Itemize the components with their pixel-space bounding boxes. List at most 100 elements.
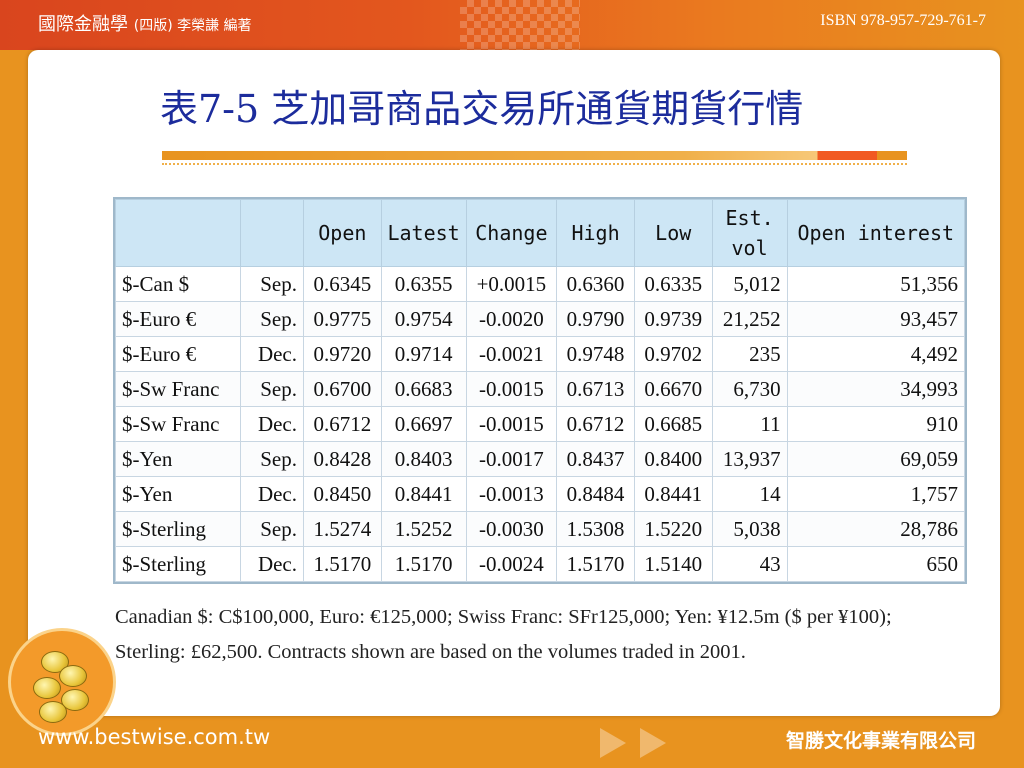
coin-icon (59, 665, 87, 687)
book-edition: (四版) 李榮謙 編著 (133, 18, 252, 34)
coin-icon (33, 677, 61, 699)
cell-open-interest: 34,993 (786, 371, 966, 407)
cell-open-interest: 910 (786, 406, 966, 442)
cell-month: Sep. (240, 266, 304, 302)
cell-symbol: $-Sw Franc (115, 406, 241, 442)
cell-month: Sep. (240, 511, 304, 547)
cell-month: Dec. (240, 476, 304, 512)
cell-low: 0.8441 (633, 476, 713, 512)
cell-high: 0.9748 (556, 336, 635, 372)
cell-symbol: $-Euro € (115, 301, 241, 337)
cell-latest: 0.9754 (380, 301, 467, 337)
cell-symbol: $-Sw Franc (115, 371, 241, 407)
col-header-change: Change (465, 199, 558, 267)
slide-title: 表7-5 芝加哥商品交易所通貨期貨行情 (160, 87, 804, 131)
cell-low: 0.6335 (633, 266, 713, 302)
cell-est-vol: 5,012 (711, 266, 788, 302)
arrow-icon (600, 728, 626, 758)
cell-change: -0.0024 (465, 546, 558, 582)
col-header-symbol (115, 199, 241, 267)
cell-open: 0.6345 (303, 266, 382, 302)
cell-symbol: $-Can $ (115, 266, 241, 302)
title-dotted-rule (162, 161, 907, 165)
cell-month: Sep. (240, 371, 304, 407)
cell-open-interest: 93,457 (786, 301, 966, 337)
col-header-open: Open (303, 199, 382, 267)
cell-est-vol: 43 (711, 546, 788, 582)
cell-est-vol: 14 (711, 476, 788, 512)
table-header-row: Open Latest Change High Low Est. vol Ope… (115, 199, 966, 267)
cell-open-interest: 1,757 (786, 476, 966, 512)
cell-change: -0.0020 (465, 301, 558, 337)
cell-high: 0.6712 (556, 406, 635, 442)
cell-open: 1.5170 (303, 546, 382, 582)
cell-open: 0.8450 (303, 476, 382, 512)
cell-est-vol: 6,730 (711, 371, 788, 407)
cell-est-vol: 13,937 (711, 441, 788, 477)
cell-open: 0.6712 (303, 406, 382, 442)
col-header-open-interest: Open interest (786, 199, 966, 267)
cell-latest: 1.5252 (380, 511, 467, 547)
title-underline (162, 151, 907, 160)
cell-symbol: $-Sterling (115, 546, 241, 582)
arrow-icon (640, 728, 666, 758)
cell-latest: 0.9714 (380, 336, 467, 372)
cell-open-interest: 51,356 (786, 266, 966, 302)
cell-latest: 0.8441 (380, 476, 467, 512)
cell-symbol: $-Yen (115, 441, 241, 477)
cell-change: -0.0030 (465, 511, 558, 547)
footer-url: www.bestwise.com.tw (38, 725, 271, 749)
col-header-high: High (556, 199, 635, 267)
cell-low: 0.6685 (633, 406, 713, 442)
cell-open: 0.9775 (303, 301, 382, 337)
table-row: $-Euro € Dec. 0.9720 0.9714 -0.0021 0.9748 0.9… (115, 336, 966, 372)
cell-change: -0.0021 (465, 336, 558, 372)
coin-icon (39, 701, 67, 723)
cell-month: Dec. (240, 406, 304, 442)
isbn-label: ISBN 978-957-729-761-7 (820, 12, 986, 29)
note-line-1: Canadian $: C$100,000, Euro: €125,000; S… (115, 606, 892, 628)
table-row: $-Sterling Dec. 1.5170 1.5170 -0.0024 1.5170 1… (115, 546, 966, 582)
cell-open-interest: 28,786 (786, 511, 966, 547)
cell-open: 0.6700 (303, 371, 382, 407)
table-row: $-Sterling Sep. 1.5274 1.5252 -0.0030 1.5308 1… (115, 511, 966, 547)
table-row: $-Sw Franc Sep. 0.6700 0.6683 -0.0015 0.6713 0… (115, 371, 966, 407)
cell-latest: 0.6697 (380, 406, 467, 442)
cell-change: +0.0015 (465, 266, 558, 302)
cell-est-vol: 235 (711, 336, 788, 372)
futures-table: Open Latest Change High Low Est. vol Ope… (113, 197, 967, 584)
table-row: $-Euro € Sep. 0.9775 0.9754 -0.0020 0.9790 0.9… (115, 301, 966, 337)
cell-symbol: $-Yen (115, 476, 241, 512)
cell-low: 0.8400 (633, 441, 713, 477)
col-header-latest: Latest (380, 199, 467, 267)
cell-high: 0.9790 (556, 301, 635, 337)
table-row: $-Yen Sep. 0.8428 0.8403 -0.0017 0.8437 0.8400… (115, 441, 966, 477)
cell-low: 0.6670 (633, 371, 713, 407)
table-body: $-Can $ Sep. 0.6345 0.6355 +0.0015 0.6360 0.63… (115, 266, 966, 582)
cell-change: -0.0013 (465, 476, 558, 512)
cell-month: Dec. (240, 336, 304, 372)
banner-pattern (460, 0, 580, 50)
table-row: $-Sw Franc Dec. 0.6712 0.6697 -0.0015 0.6712 0… (115, 406, 966, 442)
cell-month: Dec. (240, 546, 304, 582)
cell-change: -0.0017 (465, 441, 558, 477)
cell-high: 0.6713 (556, 371, 635, 407)
cell-latest: 0.6683 (380, 371, 467, 407)
cell-est-vol: 11 (711, 406, 788, 442)
cell-high: 1.5308 (556, 511, 635, 547)
cell-open: 0.8428 (303, 441, 382, 477)
cell-high: 0.8484 (556, 476, 635, 512)
col-header-low: Low (633, 199, 713, 267)
footer-company: 智勝文化事業有限公司 (785, 730, 976, 752)
cell-low: 1.5140 (633, 546, 713, 582)
cell-low: 1.5220 (633, 511, 713, 547)
cell-est-vol: 5,038 (711, 511, 788, 547)
book-name: 國際金融學 (38, 14, 128, 35)
coin-stack-icon (8, 628, 116, 736)
cell-month: Sep. (240, 301, 304, 337)
cell-est-vol: 21,252 (711, 301, 788, 337)
cell-low: 0.9702 (633, 336, 713, 372)
cell-latest: 1.5170 (380, 546, 467, 582)
cell-low: 0.9739 (633, 301, 713, 337)
book-title: 國際金融學 (四版) 李榮謙 編著 (38, 10, 252, 36)
